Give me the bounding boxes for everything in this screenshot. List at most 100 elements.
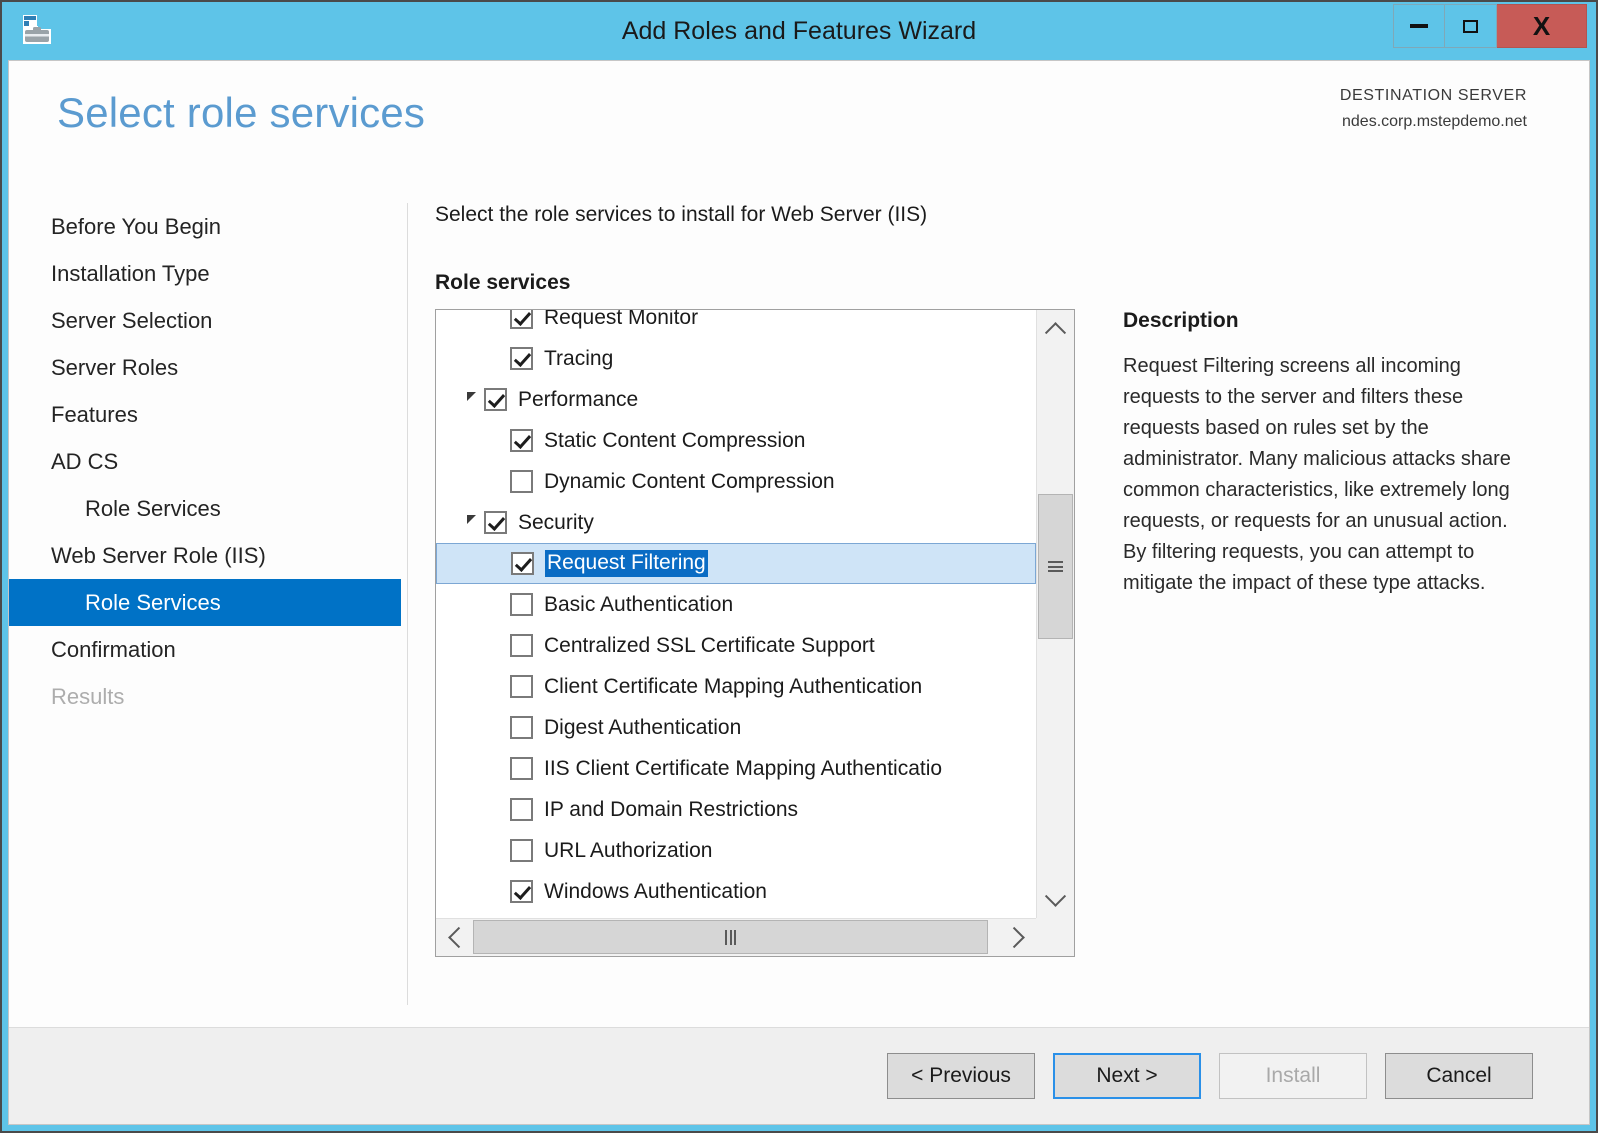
sidebar-item-results: Results bbox=[51, 684, 125, 709]
next-button[interactable]: Next > bbox=[1053, 1053, 1201, 1099]
page-title: Select role services bbox=[57, 89, 426, 136]
tree-row-content: URL Authorization bbox=[436, 839, 712, 863]
tree-row[interactable]: Tracing bbox=[436, 338, 1036, 379]
tree-row[interactable]: Performance bbox=[436, 379, 1036, 420]
tree-row-content: Security bbox=[436, 511, 594, 535]
scroll-left-button[interactable] bbox=[436, 919, 472, 956]
tree-item-label: Client Certificate Mapping Authenticatio… bbox=[544, 674, 923, 698]
destination-server-block: DESTINATION SERVER ndes.corp.mstepdemo.n… bbox=[1340, 83, 1527, 134]
chevron-right-icon bbox=[1003, 926, 1025, 949]
description-title: Description bbox=[1123, 309, 1239, 332]
chevron-left-icon bbox=[447, 926, 469, 949]
checkbox[interactable] bbox=[510, 470, 533, 493]
tree-item-label: Tracing bbox=[544, 346, 614, 370]
checkbox[interactable] bbox=[484, 511, 507, 534]
sidebar-item-role-services[interactable]: Role Services bbox=[9, 485, 401, 532]
scroll-up-button[interactable] bbox=[1037, 310, 1074, 346]
tree-row-content: IP and Domain Restrictions bbox=[436, 798, 798, 822]
tree-row-content: Client Certificate Mapping Authenticatio… bbox=[436, 675, 922, 699]
tree-row[interactable]: Digest Authentication bbox=[436, 707, 1036, 748]
instruction-text: Select the role services to install for … bbox=[435, 203, 928, 226]
tree-row-content: Windows Authentication bbox=[436, 880, 767, 904]
minimize-button[interactable] bbox=[1393, 4, 1445, 48]
checkbox[interactable] bbox=[510, 634, 533, 657]
client-area: Select role services DESTINATION SERVER … bbox=[8, 60, 1590, 1125]
role-services-listbox[interactable]: Request Monitor Tracing Performance Static … bbox=[435, 309, 1075, 957]
panes: Request Monitor Tracing Performance Static … bbox=[435, 309, 1589, 957]
checkbox[interactable] bbox=[510, 880, 533, 903]
minimize-icon bbox=[1410, 24, 1428, 28]
sidebar-item-features[interactable]: Features bbox=[9, 391, 401, 438]
sidebar-item-ad-cs[interactable]: AD CS bbox=[9, 438, 401, 485]
sidebar-item-server-selection[interactable]: Server Selection bbox=[9, 297, 401, 344]
tree-row[interactable]: IP and Domain Restrictions bbox=[436, 789, 1036, 830]
tree-row[interactable]: Client Certificate Mapping Authenticatio… bbox=[436, 666, 1036, 707]
sidebar-item-before-you-begin[interactable]: Before You Begin bbox=[9, 203, 401, 250]
expander-triangle-icon[interactable] bbox=[458, 392, 484, 404]
horizontal-scrollbar-thumb[interactable] bbox=[473, 920, 988, 954]
scroll-down-button[interactable] bbox=[1037, 882, 1074, 918]
checkbox[interactable] bbox=[510, 675, 533, 698]
destination-server-label: DESTINATION SERVER bbox=[1339, 87, 1527, 104]
vertical-scrollbar-thumb[interactable] bbox=[1038, 494, 1073, 639]
install-button: Install bbox=[1219, 1053, 1367, 1099]
tree-row[interactable]: URL Authorization bbox=[436, 830, 1036, 871]
tree-row[interactable]: Security bbox=[436, 502, 1036, 543]
checkbox[interactable] bbox=[511, 552, 534, 575]
cancel-button[interactable]: Cancel bbox=[1385, 1053, 1533, 1099]
checkbox[interactable] bbox=[510, 839, 533, 862]
tree-row-content: Performance bbox=[436, 388, 638, 412]
wizard-step-nav: Before You Begin Installation Type Server … bbox=[9, 189, 401, 1027]
chevron-down-icon bbox=[1044, 885, 1067, 907]
description-body: Request Filtering screens all incoming r… bbox=[1123, 355, 1511, 594]
tree-item-label: Request Filtering bbox=[545, 550, 708, 577]
close-icon: X bbox=[1532, 11, 1551, 41]
checkbox[interactable] bbox=[510, 347, 533, 370]
tree-row[interactable]: Static Content Compression bbox=[436, 420, 1036, 461]
checkbox[interactable] bbox=[510, 310, 533, 329]
close-button[interactable]: X bbox=[1497, 4, 1587, 48]
tree-row-content: IIS Client Certificate Mapping Authentic… bbox=[436, 757, 942, 781]
tree-row[interactable]: Centralized SSL Certificate Support bbox=[436, 625, 1036, 666]
tree-item-label: Performance bbox=[518, 387, 639, 411]
sidebar-item-installation-type[interactable]: Installation Type bbox=[9, 250, 401, 297]
triangle-down-icon bbox=[466, 515, 476, 524]
tree-item-label: Request Monitor bbox=[544, 310, 699, 329]
tree-row[interactable]: Request Filtering bbox=[436, 543, 1036, 584]
content-area: Before You Begin Installation Type Server … bbox=[9, 189, 1589, 1027]
sidebar-item-confirmation[interactable]: Confirmation bbox=[9, 626, 401, 673]
sidebar-item-server-roles[interactable]: Server Roles bbox=[9, 344, 401, 391]
tree-row[interactable]: IIS Client Certificate Mapping Authentic… bbox=[436, 748, 1036, 789]
tree-row-content: Centralized SSL Certificate Support bbox=[436, 634, 875, 658]
sidebar-item-role-services[interactable]: Role Services bbox=[9, 579, 401, 626]
horizontal-scrollbar[interactable] bbox=[436, 918, 1036, 956]
tree-row-content: Dynamic Content Compression bbox=[436, 470, 835, 494]
tree-item-label: Windows Authentication bbox=[544, 879, 767, 903]
expander-triangle-icon[interactable] bbox=[458, 515, 484, 527]
tree-item-label: Security bbox=[518, 510, 594, 534]
tree-row-content: Request Monitor bbox=[436, 310, 698, 330]
scroll-right-button[interactable] bbox=[1000, 919, 1036, 956]
checkbox[interactable] bbox=[510, 716, 533, 739]
vertical-scrollbar[interactable] bbox=[1036, 310, 1074, 918]
tree-row[interactable]: Windows Authentication bbox=[436, 871, 1036, 912]
previous-button[interactable]: < Previous bbox=[887, 1053, 1035, 1099]
checkbox[interactable] bbox=[510, 429, 533, 452]
tree-row[interactable]: Dynamic Content Compression bbox=[436, 461, 1036, 502]
tree-row[interactable]: Request Monitor bbox=[436, 310, 1036, 338]
tree-row-content: Request Filtering bbox=[437, 550, 708, 577]
tree-item-label: Basic Authentication bbox=[544, 592, 734, 616]
maximize-button[interactable] bbox=[1445, 4, 1497, 48]
checkbox[interactable] bbox=[510, 798, 533, 821]
checkbox[interactable] bbox=[510, 757, 533, 780]
destination-server-name: ndes.corp.mstepdemo.net bbox=[1342, 112, 1527, 130]
tree-row[interactable]: Basic Authentication bbox=[436, 584, 1036, 625]
tree-row-content: Basic Authentication bbox=[436, 593, 733, 617]
checkbox[interactable] bbox=[484, 388, 507, 411]
sidebar-item-web-server-role-iis[interactable]: Web Server Role (IIS) bbox=[9, 532, 401, 579]
checkbox[interactable] bbox=[510, 593, 533, 616]
tree-row-content: Digest Authentication bbox=[436, 716, 741, 740]
tree-item-label: Static Content Compression bbox=[544, 428, 806, 452]
wizard-footer: < Previous Next > Install Cancel bbox=[9, 1027, 1589, 1124]
role-services-viewport: Request Monitor Tracing Performance Static … bbox=[436, 310, 1036, 918]
